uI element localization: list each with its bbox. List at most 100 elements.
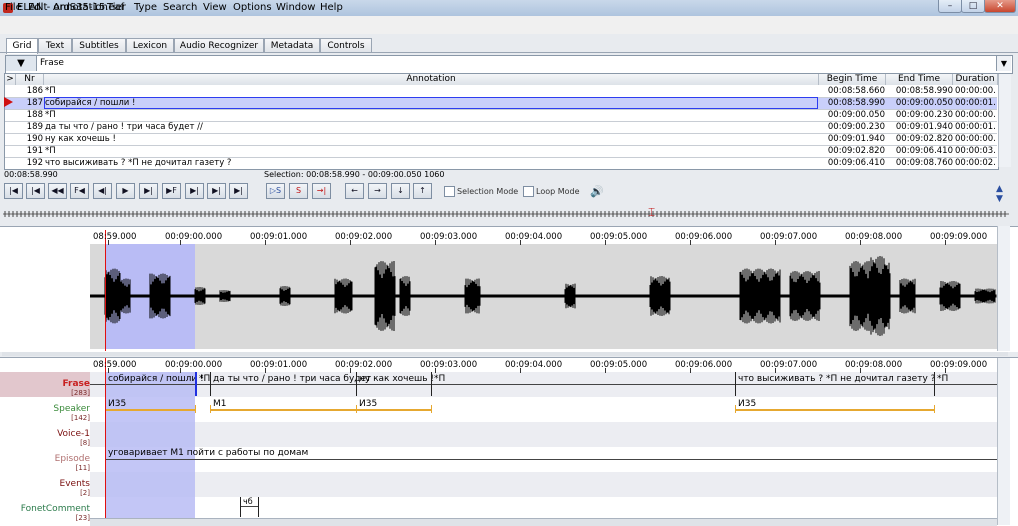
previous-pixel-button[interactable]: ◀|	[93, 183, 112, 199]
next-frame-button[interactable]: ▶|	[207, 183, 226, 199]
menu-options[interactable]: Options	[233, 2, 272, 13]
crosshair-cursor	[105, 230, 106, 351]
overview-position-marker[interactable]: ⌶	[648, 205, 655, 220]
fonet-annotation[interactable]: чб	[243, 497, 253, 506]
menu-type[interactable]: Type	[134, 2, 157, 13]
previous-second-button[interactable]: ◀◀	[48, 183, 67, 199]
clear-selection-button[interactable]: S	[289, 183, 308, 199]
annotation-below-button[interactable]: ↓	[391, 183, 410, 199]
tier-label-speaker[interactable]: Speaker [142]	[2, 404, 90, 422]
row-end-time: 00:09:06.410	[895, 146, 953, 156]
speaker-annotation[interactable]: И35	[359, 399, 377, 409]
row-duration: 00:00:01.710	[955, 122, 996, 132]
column-header-nr[interactable]: Nr	[16, 74, 44, 85]
menu-annotation[interactable]: Annotation	[53, 2, 108, 13]
frase-annotation[interactable]: *П	[434, 374, 445, 384]
annotation-boundary	[431, 372, 432, 396]
next-pixel-button[interactable]: ▶|	[139, 183, 158, 199]
tab-subtitles[interactable]: Subtitles	[72, 38, 126, 53]
speaker-annotation[interactable]: М1	[213, 399, 227, 409]
tier-select[interactable]	[5, 55, 1013, 74]
frase-annotation[interactable]: что высиживать ? *П не дочитал газету ?	[738, 374, 935, 384]
tier-label-voice[interactable]: Voice-1 [8]	[2, 429, 90, 447]
time-tick-label: 00:09:01.000	[250, 232, 308, 242]
selected-cell-outline	[44, 97, 818, 109]
play-selection-button[interactable]: ▷S	[266, 183, 285, 199]
time-tick-label: 00:09:05.000	[590, 232, 648, 242]
menu-help[interactable]: Help	[320, 2, 343, 13]
annotation-above-button[interactable]: ↑	[413, 183, 432, 199]
frase-annotation[interactable]: *П	[937, 374, 948, 384]
frase-annotation[interactable]: *П	[199, 374, 210, 384]
menu-edit[interactable]: Edit	[28, 2, 47, 13]
row-nr: 186	[26, 86, 43, 96]
tab-lexicon[interactable]: Lexicon	[126, 38, 174, 53]
chevron-down-icon[interactable]: ▼	[996, 56, 1011, 71]
tab-text[interactable]: Text	[38, 38, 72, 53]
frase-annotation[interactable]: ну как хочешь !	[359, 374, 434, 384]
menu-window[interactable]: Window	[276, 2, 315, 13]
grid-scrollbar[interactable]	[998, 74, 1011, 167]
tier-label-episode[interactable]: Episode [11]	[2, 454, 90, 472]
tab-metadata[interactable]: Metadata	[264, 38, 320, 53]
selection-boundary-button[interactable]: →|	[312, 183, 331, 199]
column-header-duration[interactable]: Duration	[953, 74, 998, 85]
menu-tier[interactable]: Tier	[107, 2, 126, 13]
selection-mode-checkbox[interactable]	[444, 186, 455, 197]
next-scroll-button[interactable]: ▶F	[162, 183, 181, 199]
episode-span	[105, 459, 997, 460]
go-to-end-button[interactable]: ▶|	[229, 183, 248, 199]
menu-search[interactable]: Search	[163, 2, 197, 13]
tier-scrollbar[interactable]	[997, 358, 1010, 525]
row-begin-time: 00:09:01.940	[827, 134, 885, 144]
tier-label-frase[interactable]: Frase [283]	[2, 379, 90, 397]
menu-view[interactable]: View	[203, 2, 227, 13]
split-pane-divider[interactable]	[2, 352, 1008, 356]
play-button[interactable]: ▶	[116, 183, 135, 199]
tier-row-voice[interactable]	[90, 422, 997, 447]
tier-label-events[interactable]: Events [2]	[2, 479, 90, 497]
column-header-annotation[interactable]: Annotation	[44, 74, 819, 85]
speaker-annotation[interactable]: И35	[738, 399, 756, 409]
row-begin-time: 00:09:02.820	[827, 146, 885, 156]
go-to-begin-button[interactable]: |◀	[4, 183, 23, 199]
tier-row-fonetcomment[interactable]	[90, 497, 997, 518]
column-header-pointer[interactable]: >	[5, 74, 16, 85]
maximize-button[interactable]: □	[961, 0, 985, 13]
column-header-begin-time[interactable]: Begin Time	[819, 74, 886, 85]
frase-annotation[interactable]: да ты что / рано ! три часа будет	[213, 374, 371, 384]
table-row[interactable]: 190 ну как хочешь ! 00:09:01.940 00:09:0…	[5, 134, 997, 146]
table-row[interactable]: 191 *П 00:09:02.820 00:09:06.410 00:00:0…	[5, 146, 997, 158]
row-nr: 190	[26, 134, 43, 144]
overview-ruler[interactable]	[3, 207, 1009, 221]
tab-audio-recognizer[interactable]: Audio Recognizer	[174, 38, 264, 53]
previous-annotation-button[interactable]: ←	[345, 183, 364, 199]
table-row[interactable]: 189 да ты что / рано ! три часа будет //…	[5, 122, 997, 134]
current-row-pointer-icon	[4, 97, 13, 107]
table-row[interactable]: 188 *П 00:09:00.050 00:09:00.230 00:00:0…	[5, 110, 997, 122]
menu-file[interactable]: File	[5, 2, 22, 13]
column-header-end-time[interactable]: End Time	[886, 74, 953, 85]
episode-annotation[interactable]: уговаривает М1 пойти с работы по домам	[108, 448, 308, 458]
tier-row-events[interactable]	[90, 472, 997, 497]
volume-icon[interactable]: 🔊	[590, 185, 604, 198]
loop-mode-checkbox[interactable]	[523, 186, 534, 197]
minimize-button[interactable]: –	[938, 0, 962, 13]
up-down-arrows-icon[interactable]: ▲ ▼	[996, 184, 1003, 204]
previous-scroll-button[interactable]: F◀	[70, 183, 89, 199]
tier-menu-button[interactable]: ▼	[6, 56, 37, 71]
row-end-time: 00:09:00.050	[895, 98, 953, 108]
speaker-annotation[interactable]: И35	[108, 399, 126, 409]
time-tick	[108, 240, 109, 245]
next-annotation-button[interactable]: →	[368, 183, 387, 199]
table-row[interactable]: 192 что высиживать ? *П не дочитал газет…	[5, 158, 997, 169]
time-tick	[350, 368, 351, 373]
close-button[interactable]: ✕	[984, 0, 1016, 13]
time-tick-label: 00:09:04.000	[505, 360, 563, 370]
previous-frame-button[interactable]: |◀	[26, 183, 45, 199]
tier-label-fonetcomment[interactable]: FonetComment [23]	[2, 504, 90, 522]
next-second-button[interactable]: ▶|	[185, 183, 204, 199]
tab-controls[interactable]: Controls	[320, 38, 372, 53]
frase-annotation[interactable]: собирайся / пошли !	[108, 374, 204, 384]
waveform-scrollbar[interactable]	[997, 226, 1010, 351]
